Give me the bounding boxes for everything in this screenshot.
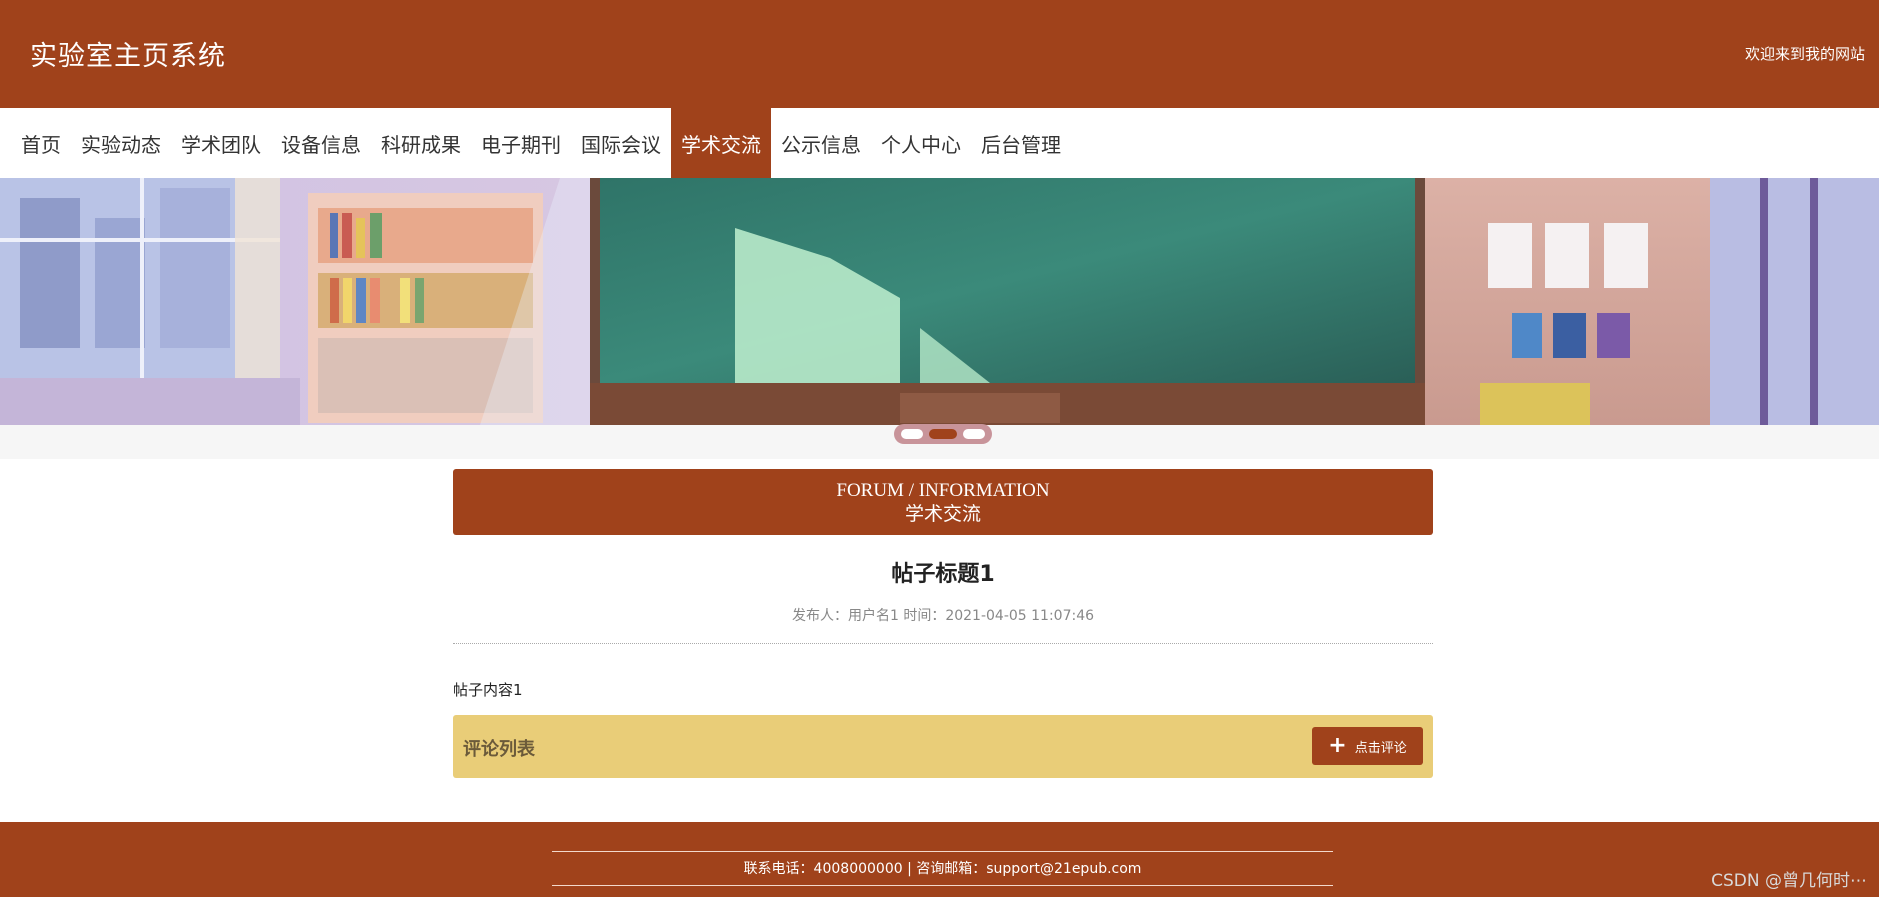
nav-item-equipment[interactable]: 设备信息 [271,108,371,178]
welcome-text: 欢迎来到我的网站 [1744,47,1865,63]
comment-list-bar: 评论列表 + 点击评论 [453,715,1433,778]
carousel-dot-1[interactable] [901,429,923,439]
comment-list-label: 评论列表 [463,739,535,760]
nav-item-academic-exchange[interactable]: 学术交流 [671,108,771,178]
post-meta: 发布人：用户名1 时间：2021-04-05 11:07:46 [791,608,1095,624]
add-comment-button[interactable]: + 点击评论 [1312,727,1423,765]
carousel-dot-2[interactable] [929,429,957,439]
nav-item-home[interactable]: 首页 [11,108,71,178]
banner-carousel[interactable] [0,178,1879,425]
section-title-cn: 学术交流 [904,503,981,525]
post-content: 帖子内容1 [453,681,523,699]
add-comment-button-label: 点击评论 [1354,740,1407,756]
main-nav: 首页 实验动态 学术团队 设备信息 科研成果 电子期刊 国际会议 学术交流 公示… [0,108,1879,178]
post-divider [453,643,1433,644]
carousel-dots [894,424,992,444]
carousel-dot-3[interactable] [963,429,985,439]
post-title: 帖子标题1 [891,562,995,587]
plus-icon: + [1328,733,1347,758]
site-title[interactable]: 实验室主页系统 [30,34,226,73]
section-header: FORUM / INFORMATION 学术交流 [453,469,1433,535]
section-title-en: FORUM / INFORMATION [836,480,1050,501]
site-header: 实验室主页系统 欢迎来到我的网站 [0,0,1879,108]
footer-contact: 联系电话：4008000000 | 咨询邮箱：support@21epub.co… [743,861,1142,877]
nav-item-announcements[interactable]: 公示信息 [771,108,871,178]
nav-item-academic-team[interactable]: 学术团队 [171,108,271,178]
classroom-banner-image [0,178,1879,425]
nav-item-conferences[interactable]: 国际会议 [571,108,671,178]
footer-divider-top [552,851,1333,852]
footer-divider-bottom [552,885,1333,886]
nav-item-research-results[interactable]: 科研成果 [371,108,471,178]
nav-item-admin[interactable]: 后台管理 [971,108,1071,178]
watermark: CSDN @曾几何时⋯ [1711,871,1867,891]
nav-item-lab-news[interactable]: 实验动态 [71,108,171,178]
nav-item-e-journals[interactable]: 电子期刊 [471,108,571,178]
nav-item-personal-center[interactable]: 个人中心 [871,108,971,178]
